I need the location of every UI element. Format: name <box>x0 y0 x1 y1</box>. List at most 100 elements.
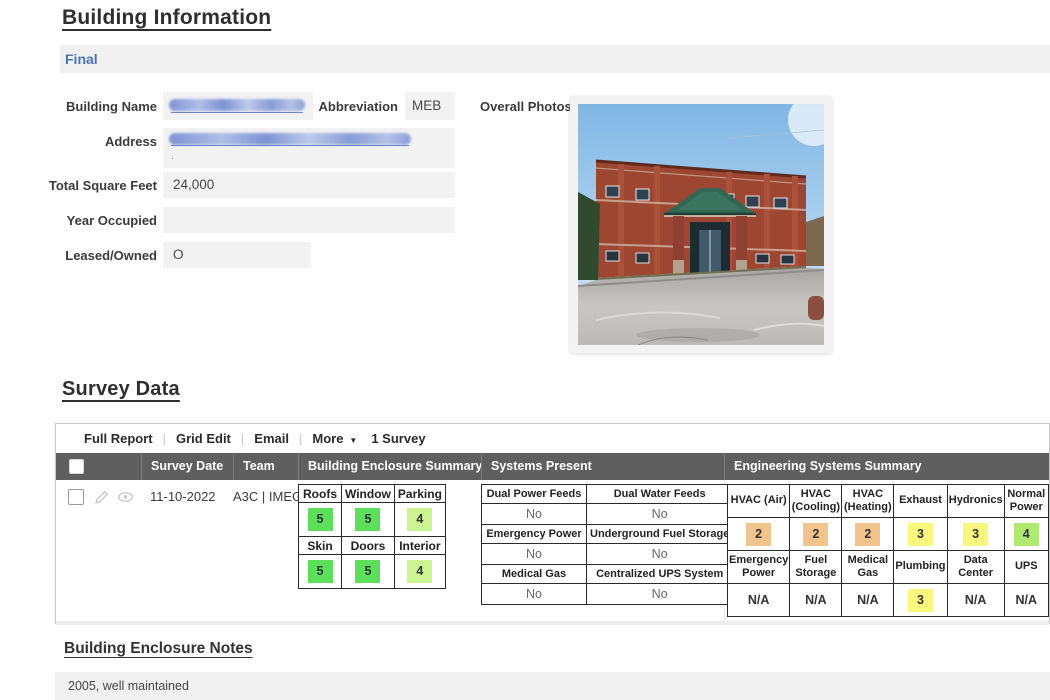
enclosure-score-cell: 5 <box>299 555 342 589</box>
system-label: Dual Power Feeds <box>482 485 587 504</box>
building-name-field[interactable] <box>163 92 313 120</box>
engineering-score-cell: 2 <box>842 518 894 551</box>
systems-present-table: Dual Power Feeds Dual Water Feeds No No … <box>481 484 733 605</box>
score-badge: N/A <box>855 589 880 612</box>
redacted-address <box>169 133 411 145</box>
enclosure-score-cell: 4 <box>394 503 445 537</box>
engineering-score-cell: 4 <box>1004 518 1048 551</box>
toolbar-separator: | <box>163 431 166 446</box>
engineering-label: Fuel Storage <box>790 551 842 584</box>
grid-scroll-track[interactable] <box>56 621 1049 625</box>
engineering-summary-table: HVAC (Air) HVAC (Cooling) HVAC (Heating)… <box>727 484 1049 617</box>
score-badge: 2 <box>746 523 771 546</box>
survey-grid: Full Report | Grid Edit | Email | More▼ … <box>55 423 1050 624</box>
engineering-score-cell: N/A <box>1004 584 1048 617</box>
survey-data-title: Survey Data <box>62 378 180 401</box>
system-value: No <box>482 544 587 565</box>
system-label: Medical Gas <box>482 565 587 584</box>
total-sqft-value: 24,000 <box>163 172 214 198</box>
abbreviation-value: MEB <box>405 92 441 120</box>
redacted-underline <box>171 145 409 146</box>
engineering-label: Plumbing <box>894 551 948 584</box>
engineering-label: Exhaust <box>894 485 948 518</box>
status-bar: Final <box>60 45 1050 73</box>
leased-owned-field[interactable]: O <box>163 242 311 268</box>
survey-toolbar: Full Report | Grid Edit | Email | More▼ … <box>56 424 1049 453</box>
total-sqft-label: Total Square Feet <box>20 178 157 193</box>
toolbar-separator: | <box>241 431 244 446</box>
row-survey-date: 11-10-2022 <box>150 489 216 504</box>
survey-row: 11-10-2022 A3C | IMEG Roofs Window Parki… <box>56 480 1049 621</box>
engineering-label: Hydronics <box>947 485 1004 518</box>
score-badge: 3 <box>908 589 933 612</box>
enclosure-score-cell: 5 <box>299 503 342 537</box>
column-header-team[interactable]: Team <box>233 453 298 480</box>
enclosure-score-cell: 4 <box>394 555 445 589</box>
total-sqft-field[interactable]: 24,000 <box>163 172 455 198</box>
score-badge: 5 <box>355 560 380 583</box>
overall-photos-label: Overall Photos <box>480 99 560 114</box>
score-badge: 4 <box>407 508 432 531</box>
full-report-button[interactable]: Full Report <box>84 431 153 446</box>
score-badge: 3 <box>963 523 988 546</box>
score-badge: 3 <box>908 523 933 546</box>
column-header-enclosure[interactable]: Building Enclosure Summary <box>298 453 481 480</box>
system-label: Underground Fuel Storage <box>587 525 733 544</box>
score-badge: 2 <box>855 523 880 546</box>
score-badge: 5 <box>308 560 333 583</box>
year-occupied-field[interactable] <box>163 207 455 233</box>
enclosure-label: Doors <box>342 537 395 555</box>
score-badge: 4 <box>1014 523 1039 546</box>
system-label: Centralized UPS System <box>587 565 733 584</box>
building-photo <box>578 104 824 345</box>
email-button[interactable]: Email <box>254 431 289 446</box>
building-name-label: Building Name <box>20 99 157 114</box>
survey-count: 1 Survey <box>371 431 425 446</box>
redacted-building-name <box>169 99 305 111</box>
system-value: No <box>482 504 587 525</box>
view-eye-icon[interactable] <box>117 489 134 510</box>
engineering-score-cell: N/A <box>842 584 894 617</box>
enclosure-label: Window <box>342 485 395 503</box>
system-value: No <box>482 584 587 605</box>
engineering-label: Emergency Power <box>728 551 790 584</box>
engineering-score-cell: 3 <box>894 584 948 617</box>
more-label: More <box>312 431 343 446</box>
building-info-title: Building Information <box>62 6 271 30</box>
engineering-label: Medical Gas <box>842 551 894 584</box>
engineering-score-cell: N/A <box>947 584 1004 617</box>
toolbar-separator: | <box>299 431 302 446</box>
engineering-label: UPS <box>1004 551 1048 584</box>
column-header-engineering[interactable]: Engineering Systems Summary <box>724 453 1049 480</box>
system-value: No <box>587 584 733 605</box>
engineering-score-cell: 2 <box>790 518 842 551</box>
score-badge: 5 <box>355 508 380 531</box>
redacted-underline <box>171 112 303 113</box>
score-badge: N/A <box>1014 589 1039 612</box>
score-badge: N/A <box>963 589 988 612</box>
leased-owned-value: O <box>163 242 184 268</box>
enclosure-score-cell: 5 <box>342 555 395 589</box>
row-team: A3C | IMEG <box>233 489 302 504</box>
select-all-checkbox[interactable] <box>69 459 84 474</box>
edit-pencil-icon[interactable] <box>94 489 110 510</box>
enclosure-notes-value: 2005, well maintained <box>55 672 189 700</box>
engineering-score-cell: 3 <box>947 518 1004 551</box>
more-menu-button[interactable]: More▼ <box>312 431 357 446</box>
address-field[interactable]: . <box>163 128 455 168</box>
year-occupied-label: Year Occupied <box>20 213 157 228</box>
address-line2: . <box>171 150 174 162</box>
enclosure-summary-table: Roofs Window Parking 5 5 4 Skin Doors In… <box>298 484 446 589</box>
score-badge: N/A <box>803 589 828 612</box>
grid-edit-button[interactable]: Grid Edit <box>176 431 231 446</box>
column-header-systems[interactable]: Systems Present <box>481 453 724 480</box>
column-header-survey-date[interactable]: Survey Date <box>141 453 233 480</box>
enclosure-notes-title: Building Enclosure Notes <box>64 640 253 658</box>
enclosure-label: Parking <box>394 485 445 503</box>
row-checkbox[interactable] <box>68 489 84 505</box>
score-badge: 4 <box>407 560 432 583</box>
engineering-score-cell: N/A <box>728 584 790 617</box>
abbreviation-field[interactable]: MEB <box>405 92 455 120</box>
enclosure-label: Skin <box>299 537 342 555</box>
overall-photo-thumbnail[interactable] <box>570 96 832 353</box>
